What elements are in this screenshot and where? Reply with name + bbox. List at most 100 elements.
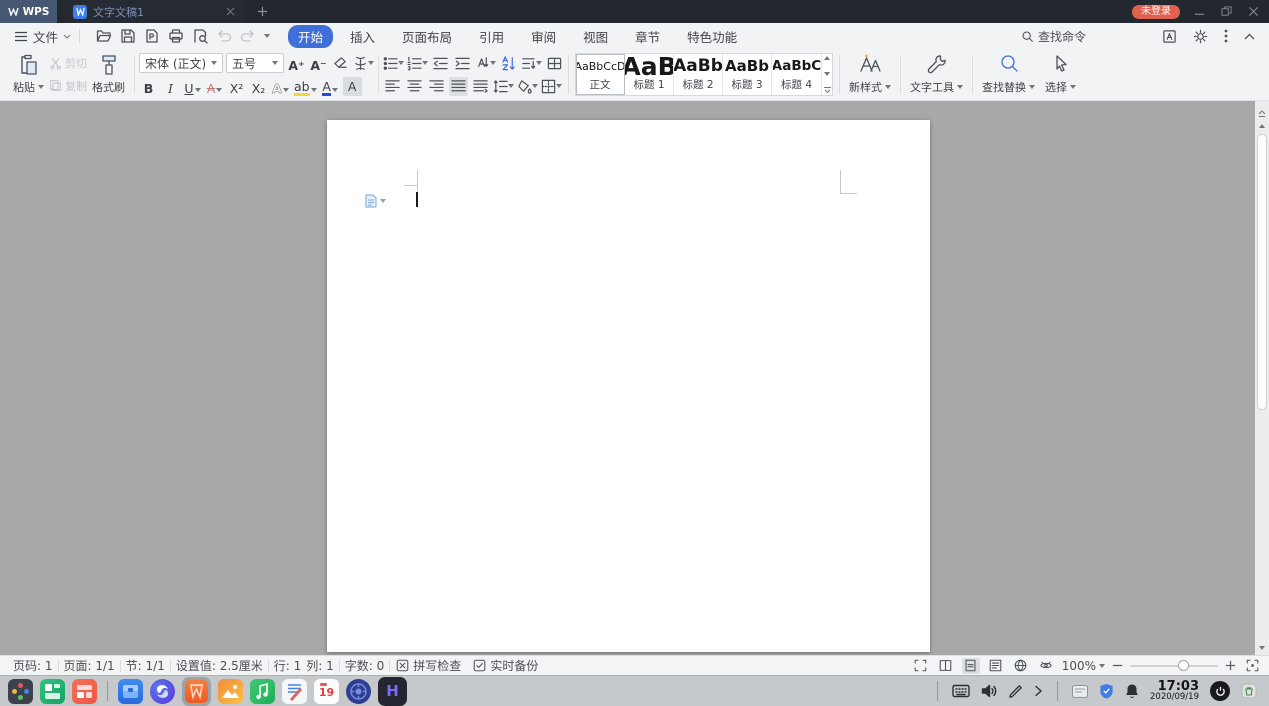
fit-page-button[interactable]: [1243, 658, 1261, 674]
book-view-button[interactable]: [937, 658, 955, 674]
document-tab[interactable]: 文字文稿1: [65, 0, 243, 23]
style-heading4[interactable]: AaBbC 标题 4: [772, 54, 821, 95]
align-left-button[interactable]: [383, 77, 402, 96]
increase-indent-button[interactable]: [453, 54, 472, 73]
web-view-button[interactable]: [1012, 658, 1030, 674]
cut-button[interactable]: 剪切: [49, 55, 87, 71]
new-tab-button[interactable]: [257, 2, 268, 21]
launcher-icon[interactable]: [8, 678, 33, 704]
tray-expand-icon[interactable]: [1034, 685, 1043, 697]
spell-check-toggle[interactable]: 拼写检查: [390, 657, 467, 674]
copy-button[interactable]: 复制: [49, 78, 87, 94]
style-heading3[interactable]: AaBb 标题 3: [723, 54, 772, 95]
quickbar-customize-caret-icon[interactable]: [264, 34, 271, 38]
multitasking-icon[interactable]: [40, 678, 65, 704]
login-status-badge[interactable]: 未登录: [1132, 4, 1180, 19]
fullscreen-view-button[interactable]: [912, 658, 930, 674]
tab-setting-button[interactable]: [545, 54, 564, 73]
save-icon[interactable]: [120, 28, 136, 44]
screenshot-pen-tray-icon[interactable]: [1008, 684, 1023, 699]
styles-scroll-down-icon[interactable]: [824, 71, 830, 76]
shrink-font-button[interactable]: A⁻: [309, 54, 328, 73]
undo-icon[interactable]: [216, 28, 232, 44]
new-style-button[interactable]: 新样式: [844, 52, 896, 97]
underline-button[interactable]: U: [183, 77, 202, 96]
tab-section[interactable]: 章节: [625, 25, 670, 48]
tray-app-icon[interactable]: [1072, 684, 1088, 698]
font-color-button[interactable]: A: [321, 77, 340, 96]
zoom-slider-thumb[interactable]: [1178, 659, 1189, 671]
text-tool-button[interactable]: 文字工具: [905, 52, 968, 97]
tab-insert[interactable]: 插入: [340, 25, 385, 48]
tab-references[interactable]: 引用: [469, 25, 514, 48]
keyboard-tray-icon[interactable]: [952, 684, 970, 698]
music-icon[interactable]: [250, 678, 275, 704]
scroll-up-icon[interactable]: [1259, 124, 1265, 128]
highlight-color-button[interactable]: ab: [293, 77, 318, 96]
text-direction-button[interactable]: [475, 54, 496, 73]
open-file-icon[interactable]: [96, 28, 112, 44]
app-store-icon[interactable]: [72, 678, 97, 704]
recycle-bin-icon[interactable]: [1241, 683, 1257, 699]
gear-icon[interactable]: [1193, 29, 1208, 44]
font-size-select[interactable]: 五号: [226, 53, 284, 73]
borders-button[interactable]: [541, 77, 562, 96]
find-replace-button[interactable]: 查找替换: [977, 52, 1040, 97]
shading-button[interactable]: [517, 77, 538, 96]
char-shading-button[interactable]: A: [342, 76, 362, 96]
styles-scroll-up-icon[interactable]: [824, 56, 830, 60]
wps-logo-button[interactable]: WPS: [0, 0, 57, 23]
collapse-ribbon-icon[interactable]: [1244, 33, 1255, 40]
zoom-in-icon[interactable]: [1225, 660, 1236, 671]
file-manager-icon[interactable]: [118, 678, 143, 704]
print-icon[interactable]: [168, 28, 184, 44]
paste-button[interactable]: 粘贴: [8, 52, 49, 97]
print-preview-icon[interactable]: [192, 28, 208, 44]
sort-button[interactable]: [499, 54, 518, 73]
app-h-dock[interactable]: H: [378, 676, 407, 706]
power-button[interactable]: [1210, 681, 1230, 701]
file-menu-button[interactable]: 文件: [10, 27, 75, 46]
status-word-count[interactable]: 字数: 0: [340, 657, 390, 674]
bold-button[interactable]: B: [139, 77, 158, 96]
style-heading2[interactable]: AaBb 标题 2: [674, 54, 723, 95]
font-name-select[interactable]: 宋体 (正文): [139, 53, 223, 73]
distribute-button[interactable]: [471, 77, 490, 96]
minimize-icon[interactable]: [1194, 6, 1205, 17]
bullets-button[interactable]: [383, 54, 404, 73]
close-window-icon[interactable]: [1248, 6, 1259, 17]
document-area[interactable]: [0, 101, 1269, 655]
wps-dock-active[interactable]: [182, 676, 211, 706]
document-page[interactable]: [327, 120, 930, 652]
clear-format-button[interactable]: [331, 54, 350, 73]
style-heading1[interactable]: AaB 标题 1: [625, 54, 674, 95]
tab-close-icon[interactable]: [226, 7, 235, 16]
subscript-button[interactable]: X₂: [249, 77, 268, 96]
volume-tray-icon[interactable]: [981, 684, 997, 698]
align-right-button[interactable]: [427, 77, 446, 96]
scrollbar-thumb[interactable]: [1257, 134, 1267, 410]
page-quick-button[interactable]: [365, 194, 386, 208]
zoom-out-icon[interactable]: [1112, 660, 1123, 671]
more-icon[interactable]: [1224, 29, 1228, 43]
calendar-icon[interactable]: 19: [314, 678, 339, 704]
tab-page-layout[interactable]: 页面布局: [392, 25, 462, 48]
phonetic-guide-button[interactable]: [353, 54, 374, 73]
tab-review[interactable]: 审阅: [521, 25, 566, 48]
style-normal[interactable]: AaBbCcD 正文: [576, 54, 625, 95]
page-view-button[interactable]: [961, 657, 980, 674]
superscript-button[interactable]: X²: [227, 77, 246, 96]
photos-icon[interactable]: [218, 678, 243, 704]
clock[interactable]: 17:03 2020/09/19: [1150, 680, 1199, 703]
security-shield-tray-icon[interactable]: [1099, 683, 1114, 699]
export-pdf-icon[interactable]: [144, 28, 160, 44]
eye-protect-button[interactable]: [1037, 658, 1055, 674]
scroll-previous-page-icon[interactable]: [1257, 108, 1267, 118]
browser-icon[interactable]: [150, 678, 175, 704]
grow-font-button[interactable]: A⁺: [287, 54, 306, 73]
vertical-scrollbar[interactable]: [1255, 101, 1269, 655]
tab-home[interactable]: 开始: [288, 24, 334, 48]
backup-toggle[interactable]: 实时备份: [467, 657, 544, 674]
outline-view-button[interactable]: [987, 658, 1005, 674]
interface-settings-icon[interactable]: [1162, 29, 1177, 44]
